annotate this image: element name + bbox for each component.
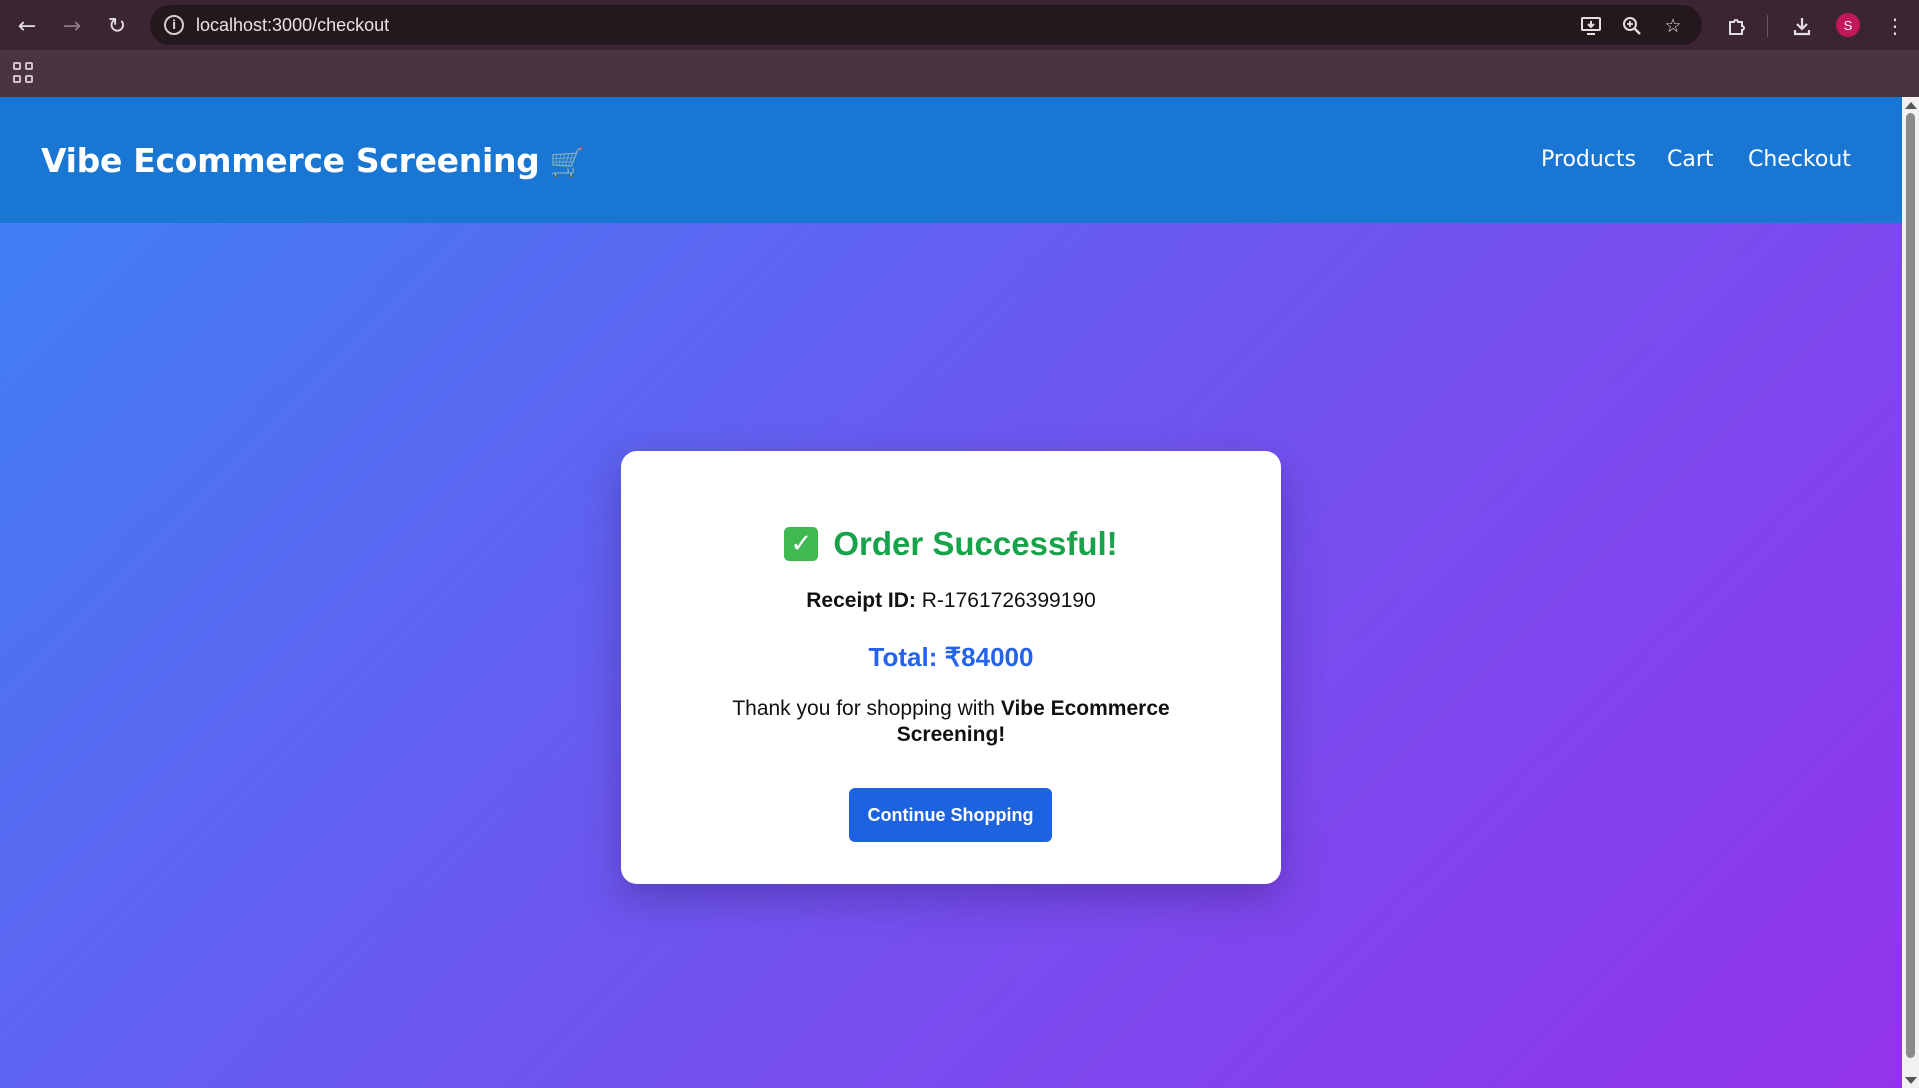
thank-you-message: Thank you for shopping with Vibe Ecommer… — [711, 696, 1191, 748]
vertical-scrollbar[interactable] — [1902, 97, 1919, 1088]
extensions-icon[interactable] — [1721, 10, 1753, 42]
thanks-text: Thank you for shopping with — [732, 697, 995, 720]
check-mark-icon: ✓ — [784, 527, 819, 561]
bookmarks-bar — [0, 50, 1919, 97]
shopping-cart-icon: 🛒 — [549, 146, 585, 179]
nav-link-products[interactable]: Products — [1541, 147, 1636, 172]
order-success-card: ✓ Order Successful! Receipt ID: R-176172… — [621, 451, 1281, 884]
brand-name: Vibe Ecommerce Screening — [41, 141, 540, 180]
order-success-title: Order Successful! — [833, 525, 1118, 562]
install-app-icon[interactable] — [1578, 13, 1604, 39]
nav-link-cart[interactable]: Cart — [1667, 147, 1714, 172]
url-text[interactable]: localhost:3000/checkout — [196, 15, 389, 36]
order-total: Total: ₹84000 — [868, 642, 1034, 672]
site-header: Vibe Ecommerce Screening 🛒 Products Cart … — [0, 97, 1902, 223]
toolbar-divider — [1767, 15, 1768, 37]
page-viewport: Vibe Ecommerce Screening 🛒 Products Cart … — [0, 97, 1902, 1088]
site-logo[interactable]: Vibe Ecommerce Screening 🛒 — [41, 141, 584, 180]
address-bar[interactable]: i localhost:3000/checkout ☆ — [150, 5, 1702, 45]
menu-icon[interactable]: ⋮ — [1879, 10, 1911, 42]
bookmark-star-icon[interactable]: ☆ — [1660, 13, 1686, 39]
continue-shopping-button[interactable]: Continue Shopping — [849, 788, 1052, 842]
receipt-id: R-1761726399190 — [921, 589, 1096, 612]
reload-icon[interactable]: ↻ — [101, 10, 133, 42]
download-icon[interactable] — [1786, 10, 1818, 42]
scroll-up-arrow-icon[interactable] — [1905, 102, 1917, 109]
browser-toolbar: ← → ↻ i localhost:3000/checkout ☆ S ⋮ — [0, 0, 1919, 50]
title-row: ✓ Order Successful! — [621, 525, 1281, 563]
scroll-down-arrow-icon[interactable] — [1905, 1077, 1917, 1084]
receipt-line: Receipt ID: R-1761726399190 — [621, 589, 1281, 613]
apps-grid-icon[interactable] — [13, 62, 35, 84]
nav-link-checkout[interactable]: Checkout — [1748, 147, 1851, 172]
site-info-icon[interactable]: i — [164, 15, 184, 35]
profile-avatar[interactable]: S — [1836, 13, 1860, 37]
forward-icon[interactable]: → — [56, 10, 88, 42]
receipt-label: Receipt ID: — [806, 589, 916, 612]
scrollbar-thumb[interactable] — [1906, 113, 1915, 1058]
zoom-icon[interactable] — [1619, 13, 1645, 39]
back-icon[interactable]: ← — [11, 10, 43, 42]
